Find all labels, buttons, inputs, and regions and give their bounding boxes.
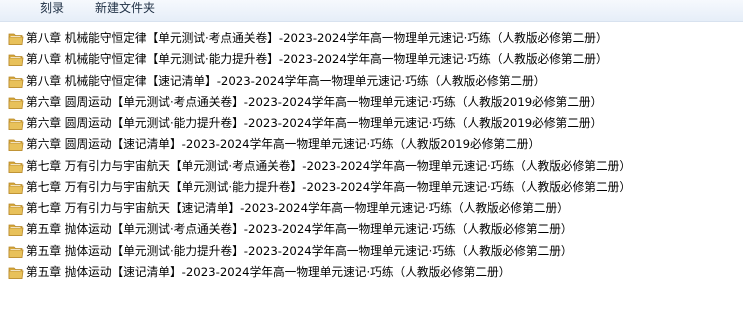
folder-icon <box>8 74 24 88</box>
folder-icon <box>8 159 24 173</box>
file-name: 第五章 抛体运动【速记清单】-2023-2024学年高一物理单元速记·巧练（人教… <box>26 264 511 279</box>
folder-icon <box>8 116 24 130</box>
file-name: 第六章 圆周运动【单元测试·考点通关卷】-2023-2024学年高一物理单元速记… <box>26 94 603 109</box>
folder-icon <box>8 201 24 216</box>
folder-icon <box>8 180 24 194</box>
file-name: 第五章 抛体运动【单元测试·考点通关卷】-2023-2024学年高一物理单元速记… <box>26 222 573 237</box>
file-name: 第八章 机械能守恒定律【单元测试·能力提升卷】-2023-2024学年高一物理单… <box>26 52 608 67</box>
file-name: 第八章 机械能守恒定律【速记清单】-2023-2024学年高一物理单元速记·巧练… <box>26 73 546 88</box>
file-list: 第八章 机械能守恒定律【单元测试·考点通关卷】-2023-2024学年高一物理单… <box>0 28 743 283</box>
file-name: 第六章 圆周运动【单元测试·能力提升卷】-2023-2024学年高一物理单元速记… <box>26 116 603 131</box>
file-row[interactable]: 第六章 圆周运动【单元测试·能力提升卷】-2023-2024学年高一物理单元速记… <box>0 113 743 134</box>
file-row[interactable]: 第七章 万有引力与宇宙航天【单元测试·能力提升卷】-2023-2024学年高一物… <box>0 177 743 198</box>
burn-button[interactable]: 刻录 <box>40 1 64 15</box>
file-name: 第七章 万有引力与宇宙航天【速记清单】-2023-2024学年高一物理单元速记·… <box>26 201 569 216</box>
file-row[interactable]: 第七章 万有引力与宇宙航天【单元测试·考点通关卷】-2023-2024学年高一物… <box>0 156 743 177</box>
file-row[interactable]: 第七章 万有引力与宇宙航天【速记清单】-2023-2024学年高一物理单元速记·… <box>0 198 743 219</box>
file-row[interactable]: 第五章 抛体运动【单元测试·能力提升卷】-2023-2024学年高一物理单元速记… <box>0 241 743 262</box>
file-row[interactable]: 第六章 圆周运动【单元测试·考点通关卷】-2023-2024学年高一物理单元速记… <box>0 92 743 113</box>
folder-icon <box>8 31 24 45</box>
file-row[interactable]: 第八章 机械能守恒定律【速记清单】-2023-2024学年高一物理单元速记·巧练… <box>0 71 743 92</box>
file-row[interactable]: 第五章 抛体运动【速记清单】-2023-2024学年高一物理单元速记·巧练（人教… <box>0 262 743 283</box>
folder-icon <box>8 265 24 279</box>
file-name: 第七章 万有引力与宇宙航天【单元测试·能力提升卷】-2023-2024学年高一物… <box>26 179 632 194</box>
file-row[interactable]: 第六章 圆周运动【速记清单】-2023-2024学年高一物理单元速记·巧练（人教… <box>0 134 743 155</box>
file-name: 第七章 万有引力与宇宙航天【单元测试·考点通关卷】-2023-2024学年高一物… <box>26 158 632 173</box>
file-row[interactable]: 第八章 机械能守恒定律【单元测试·考点通关卷】-2023-2024学年高一物理单… <box>0 28 743 49</box>
command-toolbar: 刻录 新建文件夹 <box>0 0 743 22</box>
folder-icon <box>8 52 24 67</box>
folder-icon <box>8 244 24 258</box>
file-name: 第八章 机械能守恒定律【单元测试·考点通关卷】-2023-2024学年高一物理单… <box>26 31 608 45</box>
file-row[interactable]: 第八章 机械能守恒定律【单元测试·能力提升卷】-2023-2024学年高一物理单… <box>0 49 743 70</box>
folder-icon <box>8 95 24 109</box>
new-folder-button[interactable]: 新建文件夹 <box>95 1 155 15</box>
folder-icon <box>8 222 24 237</box>
file-row[interactable]: 第五章 抛体运动【单元测试·考点通关卷】-2023-2024学年高一物理单元速记… <box>0 219 743 240</box>
folder-icon <box>8 137 24 152</box>
file-name: 第六章 圆周运动【速记清单】-2023-2024学年高一物理单元速记·巧练（人教… <box>26 137 541 152</box>
file-name: 第五章 抛体运动【单元测试·能力提升卷】-2023-2024学年高一物理单元速记… <box>26 243 573 258</box>
